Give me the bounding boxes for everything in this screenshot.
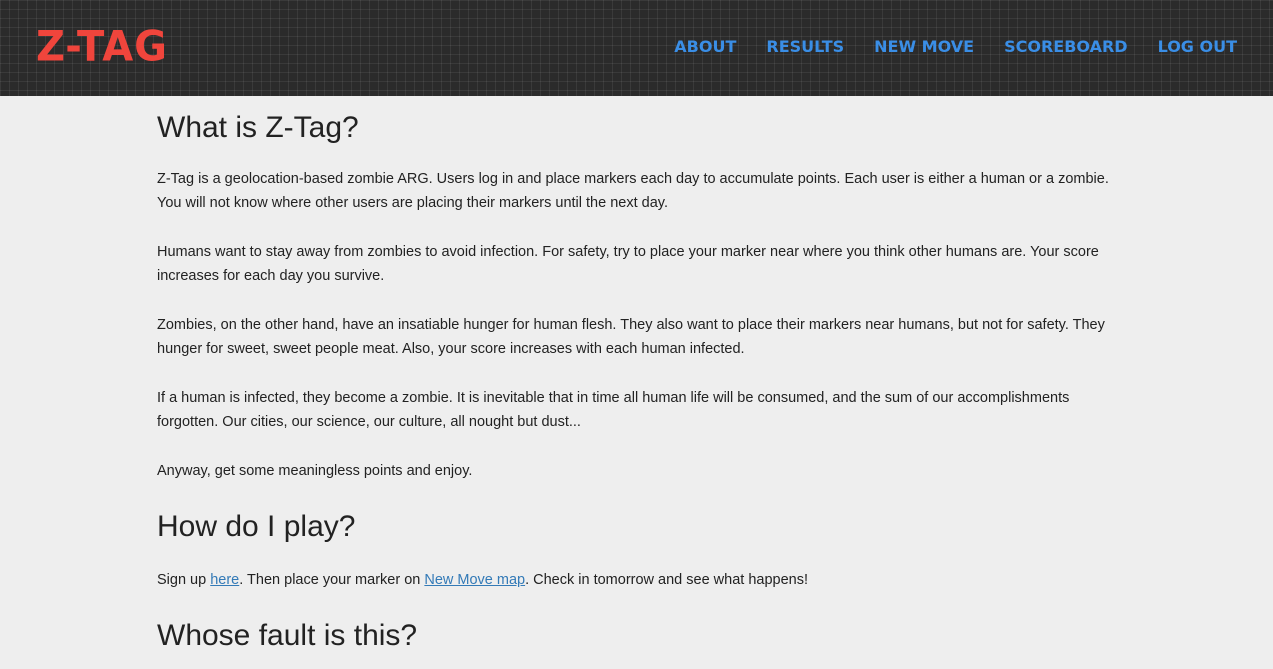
how-middle-text: . Then place your marker on xyxy=(239,572,425,588)
paragraph-infection: If a human is infected, they become a zo… xyxy=(157,390,1070,430)
paragraph-zombies: Zombies, on the other hand, have an insa… xyxy=(157,317,1105,357)
heading-whose-fault: Whose fault is this? xyxy=(157,619,418,652)
paragraph-how-to-play: Sign up here. Then place your marker on … xyxy=(157,568,1117,592)
sign-up-here-link[interactable]: here xyxy=(210,572,239,588)
paragraph-humans: Humans want to stay away from zombies to… xyxy=(157,244,1099,284)
nav-log-out-link[interactable]: LOG OUT xyxy=(1158,37,1237,56)
heading-how-do-i-play: How do I play? xyxy=(157,510,356,543)
nav-item-about: ABOUT xyxy=(674,36,736,58)
heading-what-is-ztag: What is Z-Tag? xyxy=(157,111,359,144)
nav-scoreboard-link[interactable]: SCOREBOARD xyxy=(1004,37,1127,56)
nav-item-scoreboard: SCOREBOARD xyxy=(1004,36,1127,58)
main-nav: ABOUT RESULTS NEW MOVE SCOREBOARD LOG OU… xyxy=(644,36,1237,58)
nav-item-results: RESULTS xyxy=(766,36,844,58)
nav-results-link[interactable]: RESULTS xyxy=(766,37,844,56)
paragraph-enjoy: Anyway, get some meaningless points and … xyxy=(157,463,473,479)
nav-item-new-move: NEW MOVE xyxy=(874,36,974,58)
paragraph-intro: Z-Tag is a geolocation-based zombie ARG.… xyxy=(157,171,1109,211)
nav-item-log-out: LOG OUT xyxy=(1158,36,1237,58)
nav-about-link[interactable]: ABOUT xyxy=(674,37,736,56)
top-navbar: Z-TAG ABOUT RESULTS NEW MOVE SCOREBOARD … xyxy=(0,0,1273,96)
how-suffix-text: . Check in tomorrow and see what happens… xyxy=(525,572,808,588)
how-prefix-text: Sign up xyxy=(157,572,211,588)
brand-logo[interactable]: Z-TAG xyxy=(36,21,168,74)
new-move-map-link[interactable]: New Move map xyxy=(424,572,525,588)
nav-new-move-link[interactable]: NEW MOVE xyxy=(874,37,974,56)
